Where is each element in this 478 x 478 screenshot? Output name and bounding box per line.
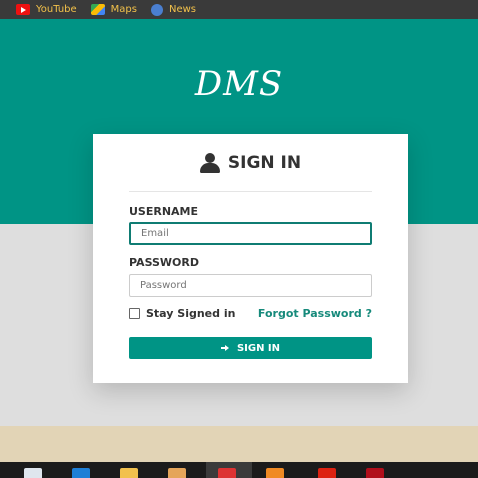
app-icon[interactable] (168, 468, 186, 478)
bookmark-label: Maps (110, 4, 137, 15)
youtube-icon (16, 4, 30, 15)
login-card: SIGN IN USERNAME PASSWORD Stay Signed in… (93, 134, 408, 383)
maps-icon (90, 4, 105, 15)
news-icon (151, 3, 163, 16)
footer-strip (0, 426, 478, 462)
edge-icon[interactable] (72, 468, 90, 478)
login-title: SIGN IN (227, 152, 302, 173)
username-label: USERNAME (129, 205, 199, 218)
pdf-icon[interactable] (318, 468, 336, 478)
password-input[interactable] (129, 274, 372, 297)
chrome-icon[interactable] (218, 468, 236, 478)
sign-in-icon (220, 344, 231, 352)
start-icon[interactable] (24, 468, 42, 478)
sign-in-button-label: SIGN IN (236, 342, 281, 354)
bookmark-youtube[interactable]: YouTube (16, 4, 77, 15)
stay-signed-in[interactable]: Stay Signed in (129, 307, 235, 320)
forgot-password-link[interactable]: Forgot Password ? (258, 307, 372, 320)
stay-signed-in-checkbox[interactable] (129, 308, 140, 319)
email-input[interactable] (129, 222, 372, 245)
user-icon (199, 152, 220, 173)
bookmarks-bar: YouTube Maps News (0, 0, 478, 19)
login-header: SIGN IN (129, 134, 372, 192)
file-explorer-icon[interactable] (120, 468, 138, 478)
sign-in-button[interactable]: SIGN IN (129, 337, 372, 359)
brand-logo: DMS (194, 64, 284, 104)
bookmark-label: News (169, 4, 197, 15)
bookmark-label: YouTube (36, 4, 77, 15)
taskbar (0, 462, 478, 478)
bookmark-maps[interactable]: Maps (90, 4, 137, 15)
password-label: PASSWORD (129, 256, 200, 269)
sublime-icon[interactable] (266, 468, 284, 478)
stay-signed-in-label: Stay Signed in (146, 307, 236, 320)
bookmark-news[interactable]: News (151, 3, 197, 16)
mcafee-icon[interactable] (366, 468, 384, 478)
